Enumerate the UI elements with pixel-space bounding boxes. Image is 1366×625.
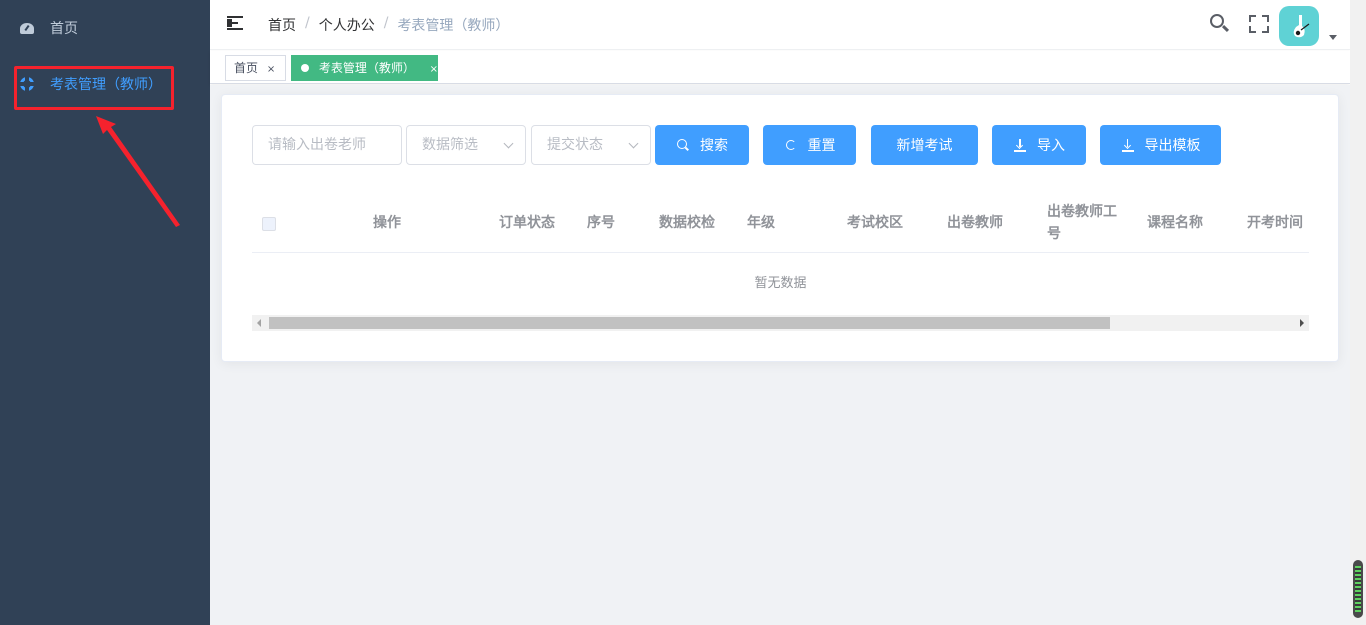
search-button[interactable]: 搜索 xyxy=(655,125,749,165)
breadcrumb-item-office[interactable]: 个人办公 xyxy=(319,15,375,35)
button-label: 搜索 xyxy=(700,138,728,154)
button-label: 导入 xyxy=(1037,138,1065,154)
column-header: 年级 xyxy=(747,215,775,231)
chevron-down-icon[interactable] xyxy=(1329,35,1337,40)
data-filter-select[interactable]: 数据筛选 xyxy=(406,125,526,165)
breadcrumb-separator: / xyxy=(305,15,310,31)
scrollbar-thumb[interactable] xyxy=(1353,560,1363,618)
breadcrumb: 首页 / 个人办公 / 考表管理（教师） xyxy=(268,15,509,35)
column-header: 考试校区 xyxy=(847,215,903,231)
scrollbar-thumb[interactable] xyxy=(269,317,1110,329)
tag-home[interactable]: 首页 × xyxy=(225,55,286,81)
annotation-highlight-box xyxy=(14,66,174,110)
select-placeholder: 数据筛选 xyxy=(422,137,478,153)
close-icon[interactable]: × xyxy=(267,64,275,75)
tag-label: 首页 xyxy=(234,61,259,75)
chevron-down-icon xyxy=(628,138,639,149)
breadcrumb-separator: / xyxy=(383,15,389,31)
scrollbar-track xyxy=(1354,0,1363,560)
select-all-checkbox[interactable] xyxy=(262,217,276,231)
import-button[interactable]: 导入 xyxy=(992,125,1086,165)
refresh-icon xyxy=(784,138,798,152)
sidebar-item-home[interactable]: 首页 xyxy=(0,0,210,56)
search-icon xyxy=(676,138,690,152)
reset-button[interactable]: 重置 xyxy=(763,125,856,165)
fullscreen-icon[interactable] xyxy=(1248,13,1270,35)
column-header: 序号 xyxy=(587,215,615,231)
search-icon[interactable] xyxy=(1209,13,1231,35)
button-label: 新增考试 xyxy=(896,138,953,154)
table-header: 操作 订单状态 序号 数据校检 年级 考试校区 出卷教师 出卷教师工号 课程名称… xyxy=(252,193,1309,253)
tag-exam-management[interactable]: 考表管理（教师） × xyxy=(291,55,438,81)
download-icon xyxy=(1121,138,1135,152)
tag-label: 考表管理（教师） xyxy=(318,61,415,75)
tags-view: 首页 × 考表管理（教师） × xyxy=(210,51,1350,84)
navbar: 首页 / 个人办公 / 考表管理（教师） xyxy=(210,0,1350,50)
breadcrumb-item-home[interactable]: 首页 xyxy=(268,15,296,35)
table-horizontal-scrollbar[interactable] xyxy=(252,315,1309,331)
scroll-left-icon[interactable] xyxy=(257,319,261,327)
column-header: 课程名称 xyxy=(1147,215,1203,231)
active-dot-icon xyxy=(301,64,309,72)
breadcrumb-item-current: 考表管理（教师） xyxy=(397,18,510,34)
close-icon[interactable]: × xyxy=(430,64,438,75)
column-header: 开考时间 xyxy=(1247,215,1303,231)
sidebar-item-label: 首页 xyxy=(50,21,78,37)
app-main: 请输入出卷老师 数据筛选 提交状态 搜索 重置 新增考试 导入 导出模板 操作 … xyxy=(210,85,1350,625)
button-label: 导出模板 xyxy=(1144,138,1201,154)
hamburger-icon[interactable] xyxy=(227,16,245,30)
column-header: 出卷教师 xyxy=(947,215,1003,231)
avatar[interactable] xyxy=(1279,6,1319,46)
add-exam-button[interactable]: 新增考试 xyxy=(871,125,978,165)
chevron-down-icon xyxy=(503,138,514,149)
column-header: 订单状态 xyxy=(499,215,555,231)
download-icon xyxy=(1013,138,1027,152)
select-placeholder: 提交状态 xyxy=(547,137,603,153)
submit-status-select[interactable]: 提交状态 xyxy=(531,125,651,165)
column-header: 数据校检 xyxy=(659,215,715,231)
page-vertical-scrollbar[interactable] xyxy=(1350,0,1366,625)
scroll-right-icon[interactable] xyxy=(1300,319,1304,327)
column-header: 操作 xyxy=(373,215,401,231)
button-label: 重置 xyxy=(807,138,836,154)
column-header: 出卷教师工号 xyxy=(1047,204,1117,242)
annotation-arrow xyxy=(96,116,180,227)
teacher-input[interactable]: 请输入出卷老师 xyxy=(252,125,402,165)
content-card: 请输入出卷老师 数据筛选 提交状态 搜索 重置 新增考试 导入 导出模板 操作 … xyxy=(221,94,1339,362)
export-template-button[interactable]: 导出模板 xyxy=(1100,125,1221,165)
table-empty-text: 暂无数据 xyxy=(754,276,807,291)
dashboard-icon xyxy=(20,22,34,34)
